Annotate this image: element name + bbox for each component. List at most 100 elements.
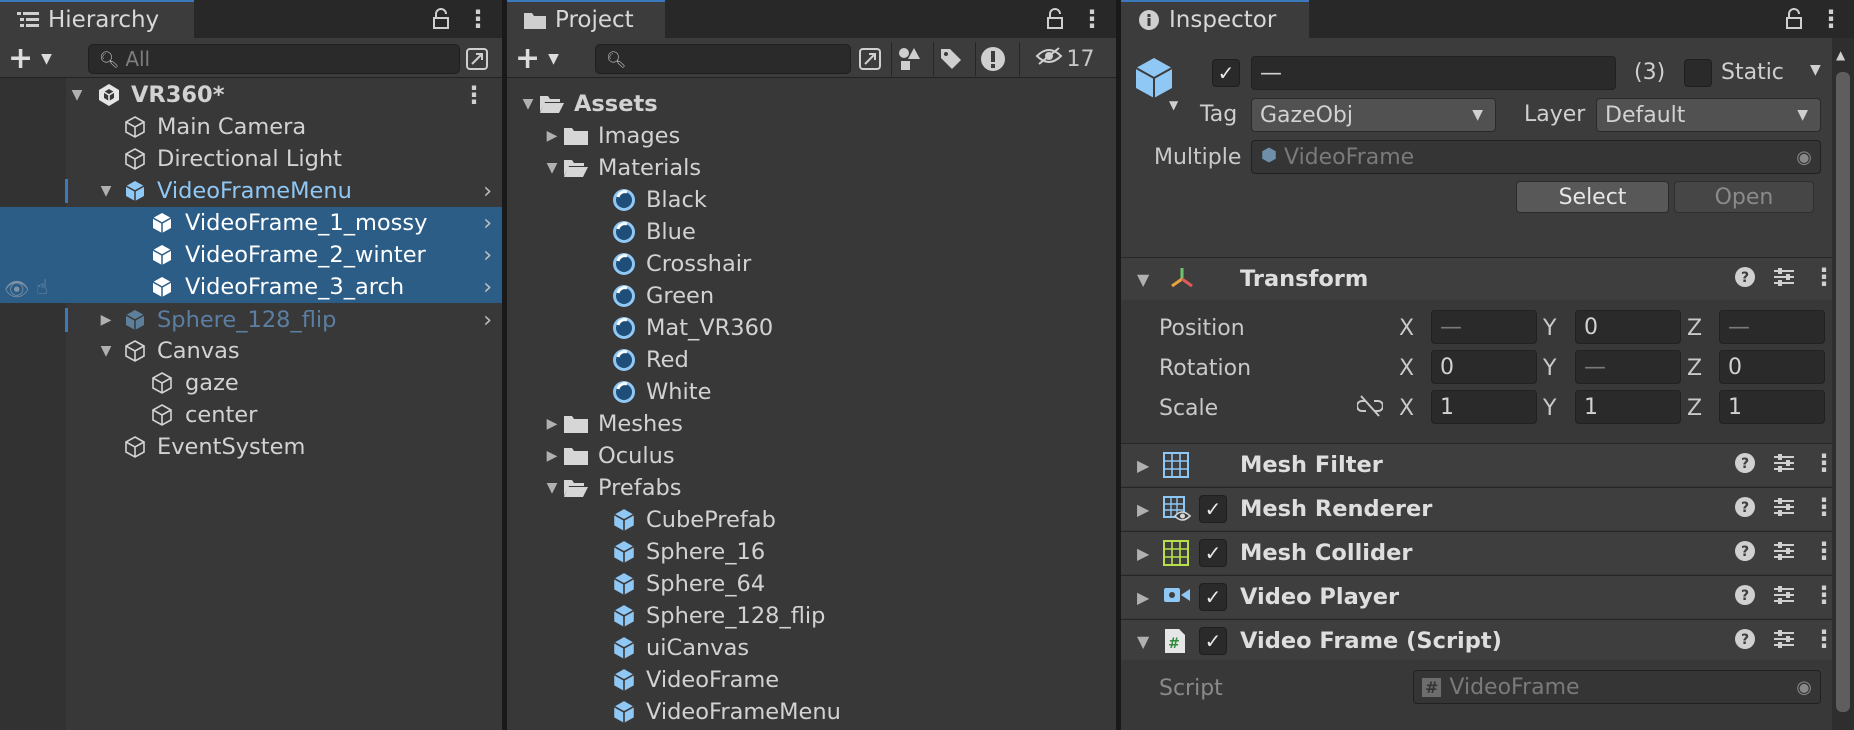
project-tree-item[interactable]: Sphere_16 — [507, 536, 1116, 568]
component-transform-header[interactable]: ▼ Transform ? ⋮ — [1121, 257, 1854, 300]
hierarchy-search[interactable]: 🔍︎ — [88, 44, 460, 74]
filter-by-label-icon[interactable] — [933, 42, 967, 76]
hierarchy-item[interactable]: center — [0, 399, 502, 431]
chevron-down-icon[interactable]: ▼ — [1169, 98, 1178, 112]
project-tree-item[interactable]: Crosshair — [507, 248, 1116, 280]
presets-icon[interactable] — [1772, 496, 1796, 523]
tag-dropdown[interactable]: GazeObj ▼ — [1251, 98, 1496, 132]
component-header[interactable]: ▶ ✓ Mesh Renderer? ⋮ — [1121, 487, 1854, 530]
project-tree-item[interactable]: uiCanvas — [507, 632, 1116, 664]
search-options-icon[interactable] — [853, 42, 887, 76]
project-tree-item[interactable]: VideoFrameMenu — [507, 696, 1116, 728]
scrollbar-thumb[interactable] — [1836, 72, 1850, 712]
project-tree-item[interactable]: ▼ Materials — [507, 152, 1116, 184]
project-tree-item[interactable]: ▶ Images — [507, 120, 1116, 152]
rotation-y-field[interactable]: — — [1575, 350, 1681, 384]
component-header[interactable]: ▶ ✓ Mesh Collider? ⋮ — [1121, 531, 1854, 574]
hierarchy-item[interactable]: VideoFrame_1_mossy › — [0, 207, 502, 239]
chevron-right-icon[interactable]: › — [483, 211, 492, 236]
hierarchy-item[interactable]: Main Camera — [0, 111, 502, 143]
help-icon[interactable]: ? — [1734, 628, 1756, 655]
expand-arrow-icon[interactable]: ▶ — [1137, 500, 1149, 519]
select-button[interactable]: Select — [1516, 181, 1669, 213]
presets-icon[interactable] — [1772, 452, 1796, 479]
hierarchy-item[interactable]: ▼ VideoFrameMenu › — [0, 175, 502, 207]
open-button[interactable]: Open — [1674, 181, 1814, 213]
script-field[interactable]: # VideoFrame ◉ — [1413, 670, 1821, 704]
more-options-icon[interactable]: ⋮ — [463, 4, 493, 34]
tab-inspector[interactable]: Inspector — [1121, 0, 1309, 38]
scrollbar[interactable]: ▲ — [1832, 38, 1854, 730]
scene-row[interactable]: ▼ VR360* ⋮ — [0, 79, 502, 111]
hierarchy-item[interactable]: gaze — [0, 367, 502, 399]
project-tree-item[interactable]: Black — [507, 184, 1116, 216]
layer-dropdown[interactable]: Default ▼ — [1596, 98, 1821, 132]
search-options-icon[interactable] — [460, 42, 494, 76]
project-tree-item[interactable]: Blue — [507, 216, 1116, 248]
expand-arrow-icon[interactable]: ▶ — [1137, 544, 1149, 563]
lock-icon[interactable] — [426, 4, 456, 34]
project-tree-item[interactable]: Sphere_128_flip — [507, 600, 1116, 632]
scale-x-field[interactable]: 1 — [1431, 390, 1537, 424]
hierarchy-item[interactable]: VideoFrame_2_winter › — [0, 239, 502, 271]
scene-options-icon[interactable]: ⋮ — [462, 81, 486, 109]
chevron-right-icon[interactable]: › — [483, 179, 492, 204]
lock-icon[interactable] — [1040, 4, 1070, 34]
project-search[interactable]: 🔍︎ — [595, 44, 851, 74]
name-field[interactable]: — — [1251, 56, 1616, 90]
expand-arrow-icon[interactable]: ▶ — [1137, 456, 1149, 475]
chevron-down-icon[interactable]: ▼ — [1810, 62, 1821, 78]
presets-icon[interactable] — [1772, 540, 1796, 567]
chevron-right-icon[interactable]: › — [483, 243, 492, 268]
scale-y-field[interactable]: 1 — [1575, 390, 1681, 424]
rotation-z-field[interactable]: 0 — [1719, 350, 1825, 384]
create-button[interactable]: + ▼ — [8, 41, 66, 76]
warning-filter-icon[interactable] — [975, 42, 1009, 76]
expand-arrow-icon[interactable]: ▼ — [97, 182, 115, 200]
tab-project[interactable]: Project — [507, 0, 665, 38]
expand-arrow-icon[interactable]: ▼ — [68, 86, 86, 104]
object-picker-icon[interactable]: ◉ — [1796, 147, 1812, 168]
project-tree-item[interactable]: VideoFrame — [507, 664, 1116, 696]
hierarchy-item[interactable]: VideoFrame_3_arch › — [0, 271, 502, 303]
project-tree-item[interactable]: CubePrefab — [507, 504, 1116, 536]
filter-by-type-icon[interactable] — [891, 42, 925, 76]
component-header[interactable]: ▶ ✓ Video Player? ⋮ — [1121, 575, 1854, 618]
help-icon[interactable]: ? — [1734, 584, 1756, 611]
static-checkbox[interactable] — [1684, 59, 1712, 87]
expand-arrow-icon[interactable]: ▶ — [97, 311, 115, 329]
presets-icon[interactable] — [1772, 584, 1796, 611]
component-enabled-checkbox[interactable]: ✓ — [1199, 627, 1227, 655]
lock-icon[interactable] — [1779, 4, 1809, 34]
component-header[interactable]: ▶ Mesh Filter? ⋮ — [1121, 443, 1854, 486]
project-tree-item[interactable]: Sphere_64 — [507, 568, 1116, 600]
hierarchy-item[interactable]: ▶ Sphere_128_flip › — [0, 304, 502, 336]
position-x-field[interactable]: — — [1431, 310, 1537, 344]
tab-hierarchy[interactable]: Hierarchy — [0, 0, 194, 38]
project-tree-item[interactable]: ▶ Meshes — [507, 408, 1116, 440]
expand-arrow-icon[interactable]: ▼ — [1137, 270, 1149, 289]
component-header[interactable]: ▼ # ✓ Video Frame (Script)? ⋮ — [1121, 619, 1854, 662]
hierarchy-item[interactable]: EventSystem — [0, 431, 502, 463]
more-options-icon[interactable]: ⋮ — [1816, 4, 1846, 34]
chevron-right-icon[interactable]: › — [483, 308, 492, 333]
help-icon[interactable]: ? — [1734, 496, 1756, 523]
component-enabled-checkbox[interactable]: ✓ — [1199, 583, 1227, 611]
object-picker-icon[interactable]: ◉ — [1796, 677, 1812, 698]
active-checkbox[interactable]: ✓ — [1212, 59, 1240, 87]
project-tree-item[interactable]: ▼ Prefabs — [507, 472, 1116, 504]
position-y-field[interactable]: 0 — [1575, 310, 1681, 344]
scale-z-field[interactable]: 1 — [1719, 390, 1825, 424]
hierarchy-item[interactable]: ▼ Canvas — [0, 335, 502, 367]
help-icon[interactable]: ? — [1734, 266, 1756, 293]
project-tree-item[interactable]: ▼ Assets — [507, 88, 1116, 120]
project-tree-item[interactable]: Green — [507, 280, 1116, 312]
multiple-prefab-field[interactable]: VideoFrame ◉ — [1251, 140, 1821, 174]
expand-arrow-icon[interactable]: ▼ — [97, 342, 115, 360]
expand-arrow-icon[interactable]: ▶ — [1137, 588, 1149, 607]
expand-arrow-icon[interactable]: ▼ — [543, 159, 561, 177]
help-icon[interactable]: ? — [1734, 540, 1756, 567]
more-options-icon[interactable]: ⋮ — [1077, 4, 1107, 34]
hidden-packages-toggle[interactable]: 17 — [1019, 42, 1109, 76]
hierarchy-item[interactable]: Directional Light — [0, 143, 502, 175]
